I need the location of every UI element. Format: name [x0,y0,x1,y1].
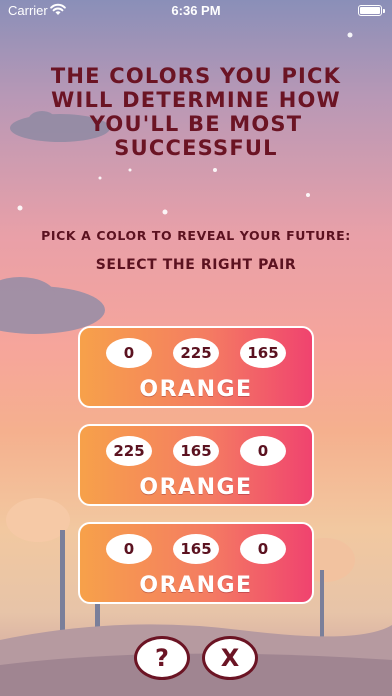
rgb-value-g: 165 [173,534,219,564]
clock: 6:36 PM [171,3,221,18]
rgb-value-r: 0 [106,338,152,368]
rgb-value-b: 0 [240,534,286,564]
battery-icon [358,5,385,16]
close-button[interactable]: X [202,636,258,680]
select-prompt: SELECT THE RIGHT PAIR [95,257,297,273]
rgb-value-b: 0 [240,436,286,466]
rgb-value-g: 165 [173,436,219,466]
option-label: ORANGE [139,573,253,598]
rgb-value-r: 0 [106,534,152,564]
headline-title: THE COLORS YOU PICK WILL DETERMINE HOW Y… [50,64,342,160]
color-option-1[interactable]: 0 225 165 ORANGE [78,326,314,408]
color-option-3[interactable]: 0 165 0 ORANGE [78,522,314,604]
rgb-value-b: 165 [240,338,286,368]
help-button[interactable]: ? [134,636,190,680]
rgb-value-r: 225 [106,436,152,466]
rgb-value-g: 225 [173,338,219,368]
instruction-text: PICK A COLOR TO REVEAL YOUR FUTURE: [41,228,351,243]
status-bar: Carrier 6:36 PM [0,0,392,22]
option-label: ORANGE [139,377,253,402]
color-option-2[interactable]: 225 165 0 ORANGE [78,424,314,506]
option-label: ORANGE [139,475,253,500]
